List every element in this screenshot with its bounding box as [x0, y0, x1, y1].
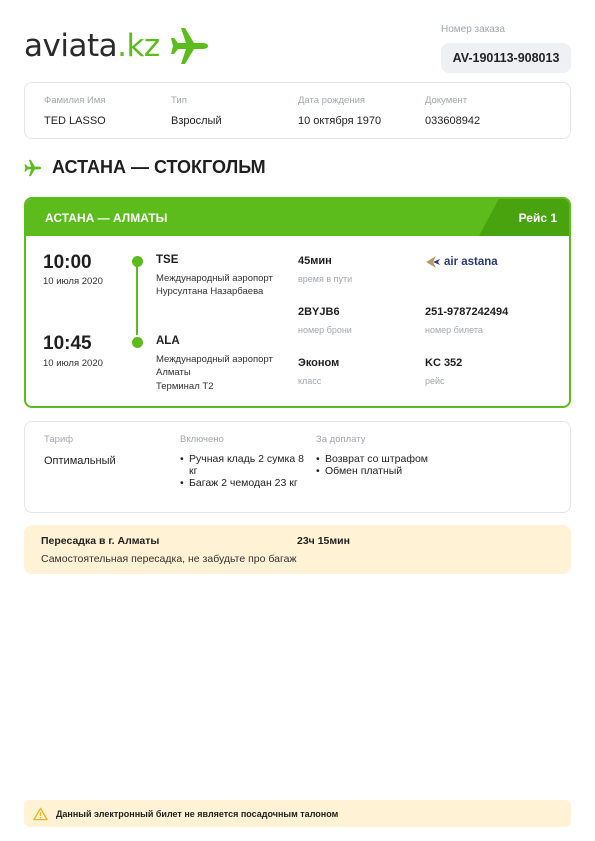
- tariff-card: Тариф Оптимальный Включено Ручная кладь …: [24, 421, 571, 513]
- flight-card: АСТАНА — АЛМАТЫ Рейс 1 10:00 10 июля 202…: [24, 197, 571, 408]
- passenger-dob-col: Дата рождения 10 октября 1970: [298, 95, 381, 127]
- passenger-doc: 033608942: [425, 115, 481, 127]
- order-label: Номер заказа: [441, 24, 505, 35]
- departure-time: 10:00: [43, 252, 92, 273]
- passenger-name-label: Фамилия Имя: [44, 95, 106, 106]
- flight-duration: 45мин: [298, 255, 332, 267]
- list-item: Ручная кладь 2 сумка 8 кг: [180, 453, 305, 477]
- arrival-code: ALA: [156, 335, 180, 347]
- route-title: АСТАНА — СТОКГОЛЬМ: [52, 157, 266, 177]
- travel-class-label: класс: [298, 376, 322, 386]
- tariff-col: Тариф Оптимальный: [44, 434, 116, 467]
- brand-name-main: aviata: [24, 28, 118, 64]
- transfer-duration: 23ч 15мин: [297, 535, 350, 547]
- tariff-extra-list: Возврат со штрафом Обмен платный: [316, 453, 466, 477]
- airplane-icon: [170, 28, 208, 64]
- passenger-card: Фамилия Имя TED LASSO Тип Взрослый Дата …: [24, 82, 571, 139]
- warning-icon: [33, 807, 48, 820]
- passenger-dob-label: Дата рождения: [298, 95, 366, 106]
- booking-number-label: номер брони: [298, 325, 352, 335]
- passenger-type: Взрослый: [171, 115, 222, 127]
- arrival-date: 10 июля 2020: [43, 358, 103, 369]
- brand-name-suffix: .kz: [117, 28, 160, 64]
- flight-number: KC 352: [425, 357, 463, 369]
- list-item: Багаж 2 чемодан 23 кг: [180, 477, 305, 489]
- passenger-type-col: Тип Взрослый: [171, 95, 222, 127]
- airplane-icon: [24, 159, 42, 176]
- list-item: Возврат со штрафом: [316, 453, 466, 465]
- booking-number: 2BYJB6: [298, 306, 340, 318]
- route-heading: АСТАНА — СТОКГОЛЬМ: [24, 157, 266, 178]
- tariff-label: Тариф: [44, 434, 74, 445]
- order-number: AV-190113-908013: [441, 43, 571, 73]
- travel-class: Эконом: [298, 357, 340, 369]
- airline-logo: air astana: [425, 254, 498, 270]
- arrival-terminal: Терминал Т2: [156, 381, 214, 392]
- tariff-value: Оптимальный: [44, 455, 116, 467]
- tariff-included-label: Включено: [180, 434, 224, 445]
- tariff-included-list: Ручная кладь 2 сумка 8 кг Багаж 2 чемода…: [180, 453, 305, 489]
- tariff-extra-col: За доплату Возврат со штрафом Обмен плат…: [316, 434, 466, 477]
- notice-text: Данный электронный билет не является пос…: [56, 808, 339, 819]
- ticket-number-label: номер билета: [425, 325, 483, 335]
- departure-code: TSE: [156, 254, 179, 266]
- flight-segment: АСТАНА — АЛМАТЫ: [45, 211, 168, 225]
- tariff-included-col: Включено Ручная кладь 2 сумка 8 кг Багаж…: [180, 434, 305, 489]
- passenger-type-label: Тип: [171, 95, 187, 106]
- flight-tag: Рейс 1: [518, 211, 557, 225]
- boarding-notice: Данный электронный билет не является пос…: [24, 800, 571, 827]
- transfer-note: Самостоятельная пересадка, не забудьте п…: [41, 553, 297, 565]
- arrival-airport: Международный аэропорт Алматы: [156, 354, 273, 378]
- passenger-dob: 10 октября 1970: [298, 115, 382, 127]
- list-item: Обмен платный: [316, 465, 466, 477]
- transfer-title: Пересадка в г. Алматы: [41, 535, 160, 547]
- airline-emblem-icon: [426, 256, 440, 268]
- ticket-number: 251-9787242494: [425, 306, 509, 318]
- brand-logo: aviata.kz: [24, 26, 212, 66]
- route-line: [136, 265, 138, 335]
- transfer-block: Пересадка в г. Алматы 23ч 15мин Самостоя…: [24, 525, 571, 574]
- flight-header: АСТАНА — АЛМАТЫ Рейс 1: [26, 199, 569, 236]
- arrival-dot: [132, 337, 143, 348]
- passenger-doc-col: Документ 033608942: [425, 95, 480, 127]
- brand-name: aviata.kz: [24, 28, 160, 64]
- passenger-name: TED LASSO: [44, 115, 106, 127]
- arrival-time: 10:45: [43, 333, 92, 354]
- order-block: Номер заказа AV-190113-908013: [441, 24, 571, 73]
- passenger-doc-label: Документ: [425, 95, 468, 106]
- departure-date: 10 июля 2020: [43, 276, 103, 287]
- flight-number-label: рейс: [425, 376, 445, 386]
- departure-airport: Международный аэропорт Нурсултана Назарб…: [156, 273, 273, 297]
- passenger-name-col: Фамилия Имя TED LASSO: [44, 95, 106, 127]
- airline-name: air astana: [444, 256, 498, 268]
- flight-duration-label: время в пути: [298, 274, 353, 284]
- tariff-extra-label: За доплату: [316, 434, 366, 445]
